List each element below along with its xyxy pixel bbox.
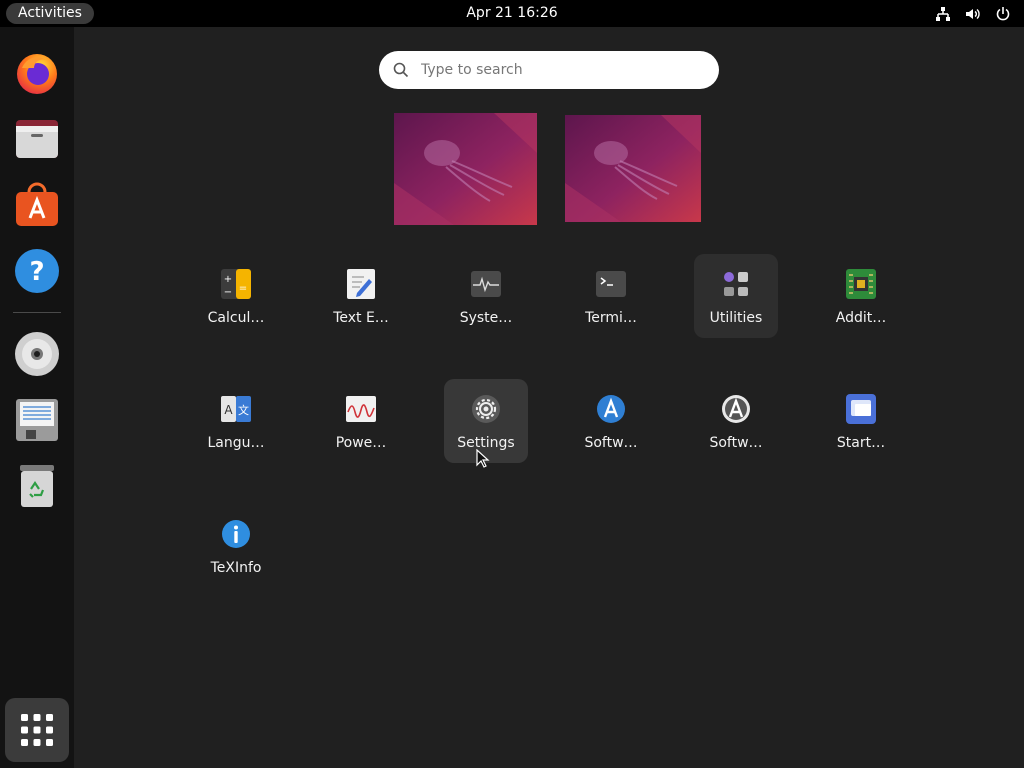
dock-item-trash[interactable] <box>10 459 64 513</box>
volume-icon[interactable] <box>964 5 982 23</box>
app-label: Syste… <box>459 310 513 326</box>
floppy-icon <box>16 399 58 441</box>
svg-text:+: + <box>224 274 232 285</box>
app-label: Addit… <box>835 310 887 326</box>
dock-item-files[interactable] <box>10 112 64 166</box>
app-label: Start… <box>836 435 886 451</box>
app-label: TeXInfo <box>210 560 262 576</box>
wallpaper-thumbnail <box>565 115 701 222</box>
search-bar[interactable] <box>379 51 719 89</box>
svg-text:A: A <box>224 403 233 417</box>
utilities-folder-icon <box>720 268 752 300</box>
app-texinfo[interactable]: TeXInfo <box>194 504 278 588</box>
disc-icon <box>15 332 59 376</box>
app-text-editor[interactable]: Text E… <box>319 254 403 338</box>
app-startup-disk-creator[interactable]: Start… <box>819 379 903 463</box>
software-properties-icon <box>720 393 752 425</box>
terminal-icon <box>595 268 627 300</box>
svg-text:?: ? <box>29 257 44 287</box>
power-statistics-icon <box>345 393 377 425</box>
system-monitor-icon <box>470 268 502 300</box>
app-label: Softw… <box>584 435 638 451</box>
dock-item-firefox[interactable] <box>10 46 64 100</box>
wallpaper-thumbnail <box>394 113 537 225</box>
app-label: Text E… <box>333 310 389 326</box>
additional-drivers-icon <box>845 268 877 300</box>
mouse-cursor-icon <box>476 449 490 468</box>
clock: Apr 21 16:26 <box>0 0 1024 27</box>
software-updater-icon <box>595 393 627 425</box>
text-editor-icon <box>345 268 377 300</box>
search-icon <box>393 62 409 78</box>
settings-icon <box>470 393 502 425</box>
app-label: Langu… <box>207 435 265 451</box>
app-label: Powe… <box>335 435 387 451</box>
app-additional-drivers[interactable]: Addit… <box>819 254 903 338</box>
grid-icon <box>21 714 53 746</box>
activities-button[interactable]: Activities <box>6 3 94 24</box>
dock-item-floppy[interactable] <box>10 393 64 447</box>
search-input[interactable] <box>421 62 701 78</box>
svg-text:文: 文 <box>238 403 249 417</box>
startup-disk-icon <box>845 393 877 425</box>
dock: ? <box>0 27 74 768</box>
calculator-icon: + − = <box>220 268 252 300</box>
app-power-statistics[interactable]: Powe… <box>319 379 403 463</box>
app-label: Termi… <box>585 310 637 326</box>
app-label: Calcul… <box>207 310 265 326</box>
workspace-thumbnail-2[interactable] <box>565 115 701 222</box>
clock-label[interactable]: Apr 21 16:26 <box>458 5 565 21</box>
app-terminal[interactable]: Termi… <box>569 254 653 338</box>
dock-item-dvd[interactable] <box>10 327 64 381</box>
svg-text:=: = <box>239 283 247 294</box>
svg-text:−: − <box>224 287 232 298</box>
app-software-updater[interactable]: Softw… <box>569 379 653 463</box>
files-icon <box>16 120 58 158</box>
help-icon: ? <box>15 249 59 293</box>
app-language-support[interactable]: A文 Langu… <box>194 379 278 463</box>
language-icon: A文 <box>220 393 252 425</box>
folder-utilities[interactable]: Utilities <box>694 254 778 338</box>
dock-item-help[interactable]: ? <box>10 244 64 298</box>
system-tray[interactable] <box>934 4 1012 23</box>
network-icon[interactable] <box>934 5 952 23</box>
app-label: Utilities <box>709 310 763 326</box>
app-calculator[interactable]: + − = Calcul… <box>194 254 278 338</box>
trash-icon <box>20 465 54 507</box>
show-apps-button[interactable] <box>5 698 69 762</box>
overview: + −= Calcul… Text E… Syste… Termi… Utilit… <box>74 27 1024 768</box>
app-label: Softw… <box>709 435 763 451</box>
info-icon <box>220 518 252 550</box>
dock-separator <box>13 312 61 313</box>
app-system-monitor[interactable]: Syste… <box>444 254 528 338</box>
top-bar: Activities Apr 21 16:26 <box>0 0 1024 27</box>
workspace-thumbnail-1[interactable] <box>394 113 537 225</box>
app-software-properties[interactable]: Softw… <box>694 379 778 463</box>
power-icon[interactable] <box>994 5 1012 23</box>
dock-item-ubuntu-software[interactable] <box>10 178 64 232</box>
ubuntu-software-icon <box>16 182 58 226</box>
firefox-icon <box>17 54 57 94</box>
